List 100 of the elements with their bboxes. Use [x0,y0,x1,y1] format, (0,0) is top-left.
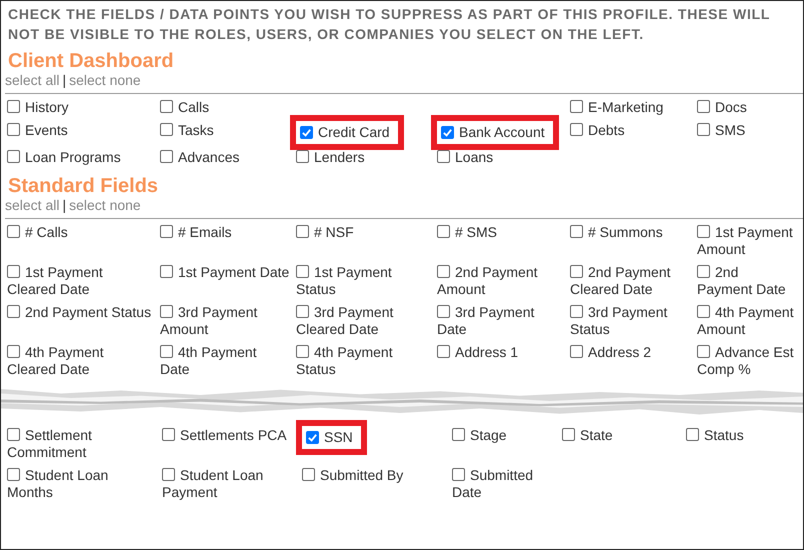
select-all-link[interactable]: select all [5,197,60,213]
checkbox-option[interactable]: Loan Programs [7,149,154,166]
checkbox[interactable] [437,305,450,318]
checkbox-option[interactable]: State [562,427,680,444]
checkbox-option[interactable]: 1st Payment Amount [697,224,797,258]
checkbox[interactable] [697,225,710,238]
checkbox-option[interactable]: Events [7,122,154,139]
checkbox[interactable] [570,123,583,136]
checkbox[interactable] [437,265,450,278]
checkbox[interactable] [7,123,20,136]
select-none-link[interactable]: select none [69,72,141,88]
checkbox[interactable] [437,150,450,163]
checkbox[interactable] [437,225,450,238]
select-all-link[interactable]: select all [5,72,60,88]
checkbox[interactable] [697,123,710,136]
checkbox[interactable] [160,150,173,163]
checkbox-option[interactable]: Settlements PCA [162,427,296,444]
checkbox-option[interactable]: # Summons [570,224,691,241]
checkbox[interactable] [160,345,173,358]
checkbox-option[interactable]: 1st Payment Cleared Date [7,264,154,298]
checkbox[interactable] [697,265,710,278]
checkbox-option[interactable]: 2nd Payment Amount [437,264,564,298]
checkbox[interactable] [570,265,583,278]
checkbox-option[interactable]: Student Loan Payment [162,467,296,501]
checkbox-option[interactable]: Stage [452,427,556,444]
checkbox[interactable] [7,150,20,163]
checkbox-option[interactable]: Status [686,427,797,444]
checkbox[interactable] [306,431,319,444]
checkbox-option[interactable]: Submitted Date [452,467,556,501]
checkbox-option[interactable]: 2nd Payment Date [697,264,797,298]
checkbox[interactable] [7,345,20,358]
select-none-link[interactable]: select none [69,197,141,213]
checkbox-option[interactable]: 4th Payment Status [296,344,431,378]
checkbox-option[interactable]: E-Marketing [570,99,691,116]
checkbox[interactable] [562,428,575,441]
checkbox[interactable] [697,100,710,113]
checkbox-option[interactable]: History [7,99,154,116]
checkbox-option[interactable]: 3rd Payment Status [570,304,691,338]
checkbox-option[interactable]: # Emails [160,224,290,241]
checkbox[interactable] [570,100,583,113]
checkbox-option[interactable]: # Calls [7,224,154,241]
checkbox[interactable] [296,345,309,358]
checkbox[interactable] [296,150,309,163]
checkbox[interactable] [296,265,309,278]
checkbox[interactable] [452,468,465,481]
checkbox[interactable] [7,468,20,481]
checkbox[interactable] [7,305,20,318]
checkbox-option[interactable]: 4th Payment Date [160,344,290,378]
checkbox-option[interactable]: 2nd Payment Cleared Date [570,264,691,298]
checkbox-option[interactable]: 1st Payment Date [160,264,290,281]
checkbox-option[interactable]: Submitted By [302,467,446,484]
checkbox-option[interactable]: Advance Est Comp % [697,344,797,378]
checkbox[interactable] [300,126,313,139]
checkbox[interactable] [160,305,173,318]
checkbox[interactable] [697,345,710,358]
checkbox[interactable] [7,265,20,278]
checkbox-option[interactable]: Tasks [160,122,290,139]
checkbox-option[interactable]: Calls [160,99,290,116]
checkbox[interactable] [697,305,710,318]
checkbox[interactable] [160,225,173,238]
checkbox[interactable] [452,428,465,441]
checkbox-option[interactable]: Credit Card [300,124,390,141]
checkbox-option[interactable]: 1st Payment Status [296,264,431,298]
checkbox[interactable] [7,225,20,238]
checkbox-option[interactable]: 4th Payment Amount [697,304,797,338]
checkbox-option[interactable]: 3rd Payment Date [437,304,564,338]
checkbox[interactable] [302,468,315,481]
checkbox-option[interactable]: Student Loan Months [7,467,156,501]
checkbox-option[interactable]: SSN [306,429,353,446]
checkbox[interactable] [160,265,173,278]
checkbox-option[interactable]: Bank Account [441,124,545,141]
checkbox[interactable] [7,100,20,113]
checkbox-option[interactable]: Docs [697,99,797,116]
checkbox-option[interactable]: Loans [437,149,564,166]
checkbox-option[interactable]: Debts [570,122,691,139]
checkbox[interactable] [570,305,583,318]
checkbox[interactable] [160,100,173,113]
checkbox-option[interactable]: 3rd Payment Cleared Date [296,304,431,338]
checkbox[interactable] [296,305,309,318]
checkbox-option[interactable]: Lenders [296,149,431,166]
checkbox[interactable] [441,126,454,139]
checkbox-option[interactable]: # SMS [437,224,564,241]
checkbox[interactable] [7,428,20,441]
checkbox[interactable] [570,345,583,358]
checkbox-option[interactable]: Advances [160,149,290,166]
checkbox-option[interactable]: # NSF [296,224,431,241]
checkbox[interactable] [686,428,699,441]
checkbox-option[interactable]: SMS [697,122,797,139]
checkbox-option[interactable]: 3rd Payment Amount [160,304,290,338]
checkbox[interactable] [296,225,309,238]
checkbox-option[interactable]: Settlement Commitment [7,427,156,461]
checkbox-option[interactable]: 2nd Payment Status [7,304,154,321]
checkbox-option[interactable]: Address 1 [437,344,564,361]
checkbox[interactable] [437,345,450,358]
checkbox-option[interactable]: Address 2 [570,344,691,361]
checkbox[interactable] [162,428,175,441]
checkbox[interactable] [162,468,175,481]
checkbox[interactable] [570,225,583,238]
checkbox[interactable] [160,123,173,136]
checkbox-option[interactable]: 4th Payment Cleared Date [7,344,154,378]
